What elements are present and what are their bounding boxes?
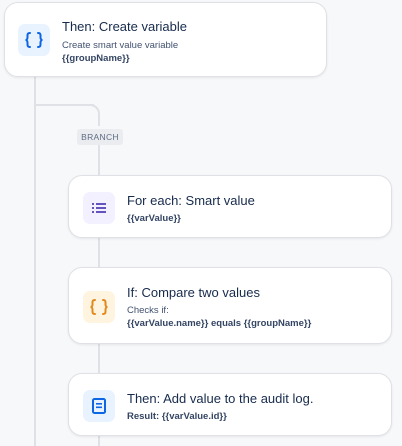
branch-connector-line-1 [98,145,100,177]
condition-operator: equals [210,318,242,329]
step-subtitle: Create smart value variable [62,40,179,51]
branch-connector-line-4 [98,435,100,446]
step-title: Then: Add value to the audit log. [127,391,314,406]
list-icon [92,203,106,213]
step-result: Result: {{varValue.id}} [127,411,227,422]
create-variable-step-card[interactable]: Then: Create variable Create smart value… [4,2,327,77]
branch-label: BRANCH [77,129,123,145]
step-title: For each: Smart value [127,193,255,208]
compare-values-icon-box [83,291,115,323]
condition-left-operand: {{varValue.name}} [127,318,209,329]
create-variable-icon-box [18,24,50,56]
branch-connector-line-2 [98,237,100,269]
step-value: {{varValue}} [127,213,181,224]
branch-connector-curve [84,104,100,126]
step-subtitle: Checks if: [127,305,169,316]
document-icon [92,398,106,414]
main-connector-line [34,76,36,446]
condition-detail: {{varValue.name}} equals {{groupName}} [127,318,311,329]
for-each-icon-box [83,192,115,224]
curly-braces-icon [25,32,43,48]
curly-braces-icon [90,299,108,315]
audit-log-icon-box [83,390,115,422]
result-value: {{varValue.id}} [161,411,227,422]
result-label: Result: [127,411,160,422]
step-title: If: Compare two values [127,285,260,300]
compare-values-step-card[interactable]: If: Compare two values Checks if: {{varV… [68,267,392,344]
branch-connector-line-3 [98,343,100,375]
for-each-step-card[interactable]: For each: Smart value {{varValue}} [68,175,392,238]
step-value: {{groupName}} [62,53,130,64]
condition-right-operand: {{groupName}} [243,318,312,329]
step-title: Then: Create variable [62,19,188,34]
audit-log-step-card[interactable]: Then: Add value to the audit log. Result… [68,373,392,436]
